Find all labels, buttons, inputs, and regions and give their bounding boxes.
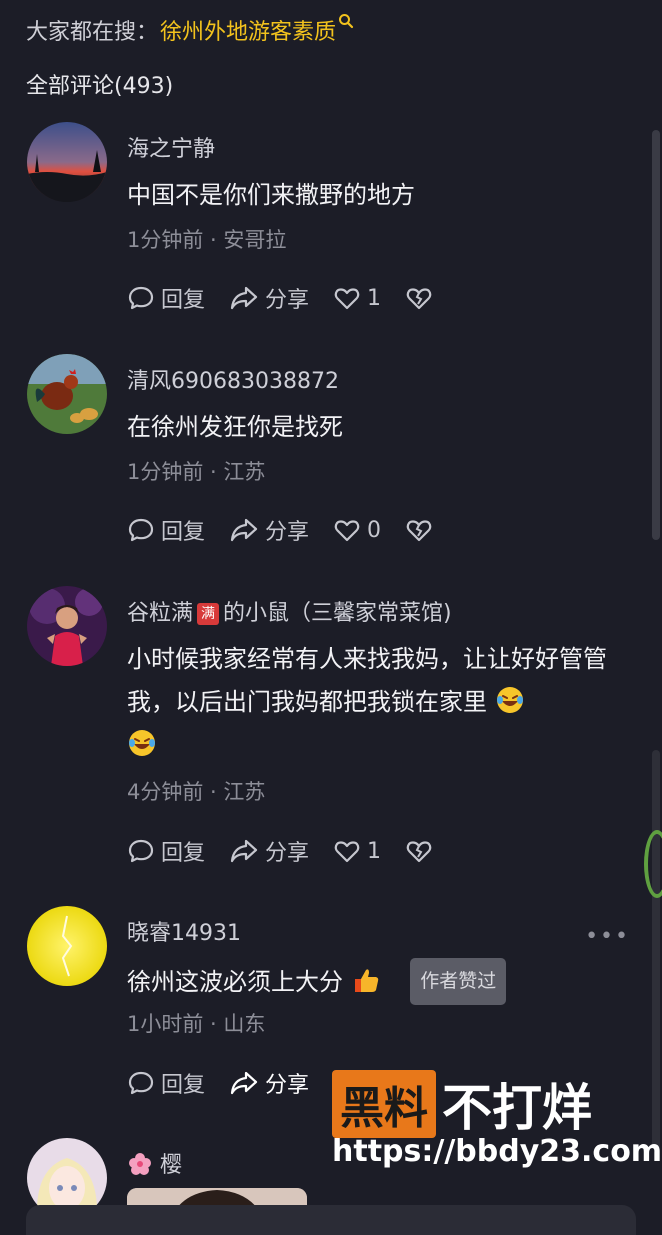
avatar[interactable] bbox=[27, 586, 107, 666]
thumbs-up-emoji-icon bbox=[354, 969, 378, 992]
share-label: 分享 bbox=[265, 1073, 310, 1098]
comment-bubble-icon bbox=[128, 839, 154, 863]
comment-username[interactable]: 清风690683038872 bbox=[127, 363, 339, 395]
comment-username[interactable]: 晓睿14931 bbox=[127, 915, 241, 947]
like-count: 1 bbox=[367, 838, 382, 864]
comment-username[interactable]: 海之宁静 bbox=[127, 131, 215, 163]
comment-text: 小时候我家经常有人来找我妈，让让好好管管我，以后出门我妈都把我锁在家里 bbox=[127, 638, 627, 767]
search-suggestion[interactable]: 大家都在搜：徐州外地游客素质 bbox=[26, 14, 354, 46]
comment-meta: 1分钟前 · 安哥拉 bbox=[127, 228, 287, 252]
comment-bubble-icon bbox=[128, 1071, 154, 1095]
reply-label: 回复 bbox=[161, 1073, 206, 1098]
scrollbar[interactable] bbox=[652, 130, 660, 540]
laughing-crying-emoji-icon bbox=[129, 730, 155, 756]
comment-text: 中国不是你们来撒野的地方 bbox=[127, 181, 415, 209]
comment-meta: 1分钟前 · 江苏 bbox=[127, 460, 266, 484]
reply-label: 回复 bbox=[161, 841, 206, 866]
comment-text-body: 徐州这波必须上大分 bbox=[127, 968, 343, 996]
share-button[interactable]: 分享 bbox=[229, 514, 309, 546]
share-label: 分享 bbox=[265, 841, 310, 866]
share-arrow-icon bbox=[230, 839, 258, 863]
avatar[interactable] bbox=[27, 122, 107, 202]
share-label: 分享 bbox=[265, 288, 310, 313]
username-part-2: 的小鼠（三馨家常菜馆) bbox=[223, 601, 452, 626]
like-button[interactable]: 1 bbox=[333, 284, 381, 312]
share-button[interactable]: 分享 bbox=[229, 282, 309, 314]
dislike-button[interactable] bbox=[405, 284, 439, 312]
more-icon[interactable]: ••• bbox=[585, 924, 630, 949]
heart-icon bbox=[334, 520, 360, 542]
like-button[interactable]: 1 bbox=[333, 837, 381, 865]
heart-icon bbox=[334, 288, 360, 310]
comment-actions: 回复 分享 0 bbox=[127, 515, 463, 545]
dislike-button[interactable] bbox=[405, 837, 439, 865]
dislike-button[interactable] bbox=[405, 516, 439, 544]
like-count: 0 bbox=[367, 517, 382, 543]
watermark-rest-text: 不打烊 bbox=[442, 1079, 592, 1137]
share-arrow-icon bbox=[230, 1071, 258, 1095]
broken-heart-icon bbox=[406, 841, 432, 863]
share-button[interactable]: 分享 bbox=[229, 1067, 309, 1099]
comment-actions: 回复 分享 1 bbox=[127, 283, 463, 313]
search-keyword[interactable]: 徐州外地游客素质 bbox=[160, 20, 336, 45]
comment-meta: 4分钟前 · 江苏 bbox=[127, 780, 266, 804]
like-count: 1 bbox=[367, 285, 382, 311]
user-badge: 满 bbox=[197, 603, 220, 625]
comment-text: 在徐州发狂你是找死 bbox=[127, 413, 343, 441]
comment-bubble-icon bbox=[128, 518, 154, 542]
reply-button[interactable]: 回复 bbox=[127, 835, 205, 867]
reply-button[interactable]: 回复 bbox=[127, 282, 205, 314]
username-label: 樱 bbox=[160, 1153, 183, 1178]
watermark-logo: 黑料 不打烊 bbox=[332, 1068, 592, 1140]
reply-label: 回复 bbox=[161, 288, 206, 313]
broken-heart-icon bbox=[406, 520, 432, 542]
avatar[interactable] bbox=[27, 354, 107, 434]
watermark-box-text: 黑料 bbox=[332, 1070, 436, 1138]
comment-meta: 1小时前 · 山东 bbox=[127, 1012, 266, 1036]
username-part-1: 谷粒满 bbox=[127, 601, 194, 626]
comment-username[interactable]: 谷粒满满的小鼠（三馨家常菜馆) bbox=[127, 595, 452, 627]
heart-icon bbox=[334, 841, 360, 863]
comment-actions: 回复 分享 1 bbox=[127, 836, 463, 866]
broken-heart-icon bbox=[406, 288, 432, 310]
comment-username[interactable]: 樱 bbox=[127, 1147, 182, 1179]
laughing-crying-emoji-icon bbox=[496, 687, 523, 713]
scrollbar-lower bbox=[652, 750, 660, 1150]
comment-text-body: 小时候我家经常有人来找我妈，让让好好管管我，以后出门我妈都把我锁在家里 bbox=[127, 645, 607, 716]
comment-actions: 回复 分享 bbox=[127, 1068, 333, 1098]
share-arrow-icon bbox=[230, 518, 258, 542]
comment-text: 徐州这波必须上大分 作者赞过 bbox=[127, 958, 627, 1005]
reply-label: 回复 bbox=[161, 520, 206, 545]
comment-bubble-icon bbox=[128, 286, 154, 310]
comments-count: 全部评论(493) bbox=[26, 74, 174, 99]
share-label: 分享 bbox=[265, 520, 310, 545]
author-liked-badge: 作者赞过 bbox=[410, 958, 507, 1005]
search-icon bbox=[338, 10, 354, 35]
like-button[interactable]: 0 bbox=[333, 516, 381, 544]
reply-button[interactable]: 回复 bbox=[127, 514, 205, 546]
reply-button[interactable]: 回复 bbox=[127, 1067, 205, 1099]
search-prefix: 大家都在搜： bbox=[26, 20, 159, 45]
share-button[interactable]: 分享 bbox=[229, 835, 309, 867]
share-arrow-icon bbox=[230, 286, 258, 310]
side-ring-icon bbox=[644, 830, 662, 898]
bottom-input-bar[interactable] bbox=[26, 1205, 636, 1235]
cherry-blossom-emoji-icon bbox=[129, 1153, 151, 1175]
watermark-url: https://bbdy23.com bbox=[332, 1134, 662, 1169]
avatar[interactable] bbox=[27, 906, 107, 986]
